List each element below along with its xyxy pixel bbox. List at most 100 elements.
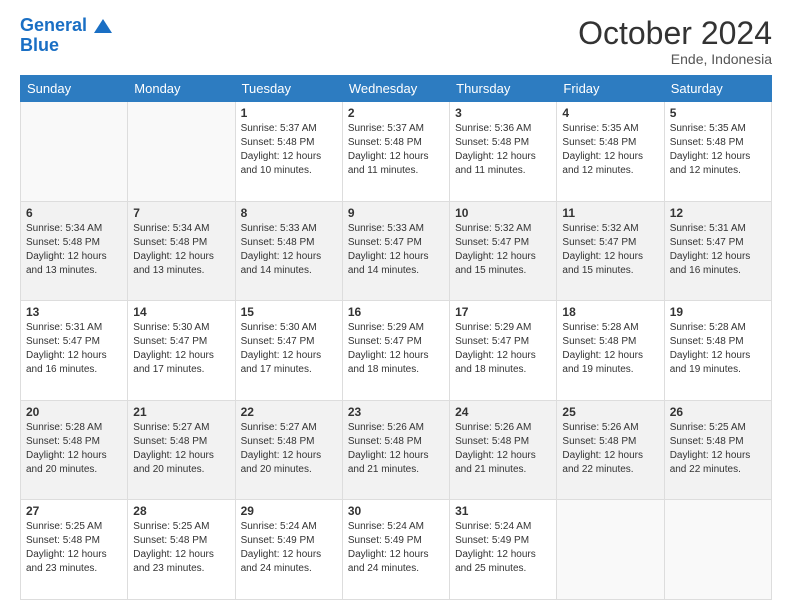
day-info: Sunrise: 5:34 AM Sunset: 5:48 PM Dayligh… bbox=[133, 222, 229, 278]
day-info: Sunrise: 5:31 AM Sunset: 5:47 PM Dayligh… bbox=[26, 321, 122, 377]
day-info: Sunrise: 5:27 AM Sunset: 5:48 PM Dayligh… bbox=[241, 421, 337, 477]
day-number: 30 bbox=[348, 504, 444, 518]
header: General Blue October 2024 Ende, Indonesi… bbox=[20, 16, 772, 67]
calendar-cell: 21 Sunrise: 5:27 AM Sunset: 5:48 PM Dayli… bbox=[128, 400, 235, 500]
day-number: 9 bbox=[348, 206, 444, 220]
calendar-cell: 5 Sunrise: 5:35 AM Sunset: 5:48 PM Daylig… bbox=[664, 102, 771, 202]
day-number: 28 bbox=[133, 504, 229, 518]
day-number: 6 bbox=[26, 206, 122, 220]
day-number: 23 bbox=[348, 405, 444, 419]
calendar-cell: 22 Sunrise: 5:27 AM Sunset: 5:48 PM Dayli… bbox=[235, 400, 342, 500]
day-info: Sunrise: 5:37 AM Sunset: 5:48 PM Dayligh… bbox=[348, 122, 444, 178]
day-info: Sunrise: 5:32 AM Sunset: 5:47 PM Dayligh… bbox=[562, 222, 658, 278]
logo-general: General bbox=[20, 15, 87, 35]
calendar-cell: 29Sunrise: 5:24 AM Sunset: 5:49 PM Dayli… bbox=[235, 500, 342, 600]
calendar-week-1: 1 Sunrise: 5:37 AM Sunset: 5:48 PM Daylig… bbox=[21, 102, 772, 202]
day-info: Sunrise: 5:26 AM Sunset: 5:48 PM Dayligh… bbox=[348, 421, 444, 477]
day-number: 10 bbox=[455, 206, 551, 220]
weekday-header-tuesday: Tuesday bbox=[235, 76, 342, 102]
calendar-cell: 2 Sunrise: 5:37 AM Sunset: 5:48 PM Daylig… bbox=[342, 102, 449, 202]
calendar-cell: 7 Sunrise: 5:34 AM Sunset: 5:48 PM Daylig… bbox=[128, 201, 235, 301]
calendar-cell bbox=[128, 102, 235, 202]
weekday-header-friday: Friday bbox=[557, 76, 664, 102]
day-number: 12 bbox=[670, 206, 766, 220]
day-number: 5 bbox=[670, 106, 766, 120]
day-info: Sunrise: 5:36 AM Sunset: 5:48 PM Dayligh… bbox=[455, 122, 551, 178]
day-number: 22 bbox=[241, 405, 337, 419]
weekday-header-wednesday: Wednesday bbox=[342, 76, 449, 102]
calendar-week-4: 20 Sunrise: 5:28 AM Sunset: 5:48 PM Dayli… bbox=[21, 400, 772, 500]
day-info: Sunrise: 5:25 AM Sunset: 5:48 PM Dayligh… bbox=[670, 421, 766, 477]
calendar-cell bbox=[557, 500, 664, 600]
logo: General Blue bbox=[20, 16, 112, 56]
calendar-week-5: 27 Sunrise: 5:25 AM Sunset: 5:48 PM Dayli… bbox=[21, 500, 772, 600]
day-number: 2 bbox=[348, 106, 444, 120]
calendar-cell bbox=[21, 102, 128, 202]
weekday-header-saturday: Saturday bbox=[664, 76, 771, 102]
day-info: Sunrise: 5:35 AM Sunset: 5:48 PM Dayligh… bbox=[562, 122, 658, 178]
day-info: Sunrise: 5:29 AM Sunset: 5:47 PM Dayligh… bbox=[348, 321, 444, 377]
day-info: Sunrise: 5:30 AM Sunset: 5:47 PM Dayligh… bbox=[241, 321, 337, 377]
day-number: 7 bbox=[133, 206, 229, 220]
day-number: 1 bbox=[241, 106, 337, 120]
calendar-cell: 10 Sunrise: 5:32 AM Sunset: 5:47 PM Dayli… bbox=[450, 201, 557, 301]
day-info: Sunrise: 5:29 AM Sunset: 5:47 PM Dayligh… bbox=[455, 321, 551, 377]
day-info: Sunrise: 5:27 AM Sunset: 5:48 PM Dayligh… bbox=[133, 421, 229, 477]
day-info: Sunrise: 5:35 AM Sunset: 5:48 PM Dayligh… bbox=[670, 122, 766, 178]
day-info: Sunrise: 5:28 AM Sunset: 5:48 PM Dayligh… bbox=[670, 321, 766, 377]
logo-blue: Blue bbox=[20, 36, 112, 56]
day-info: Sunrise: 5:24 AM Sunset: 5:49 PM Dayligh… bbox=[241, 520, 337, 576]
day-info: Sunrise: 5:33 AM Sunset: 5:48 PM Dayligh… bbox=[241, 222, 337, 278]
day-number: 13 bbox=[26, 305, 122, 319]
calendar-cell: 8 Sunrise: 5:33 AM Sunset: 5:48 PM Daylig… bbox=[235, 201, 342, 301]
calendar-header-row: SundayMondayTuesdayWednesdayThursdayFrid… bbox=[21, 76, 772, 102]
calendar-cell: 6Sunrise: 5:34 AM Sunset: 5:48 PM Daylig… bbox=[21, 201, 128, 301]
day-number: 8 bbox=[241, 206, 337, 220]
day-info: Sunrise: 5:30 AM Sunset: 5:47 PM Dayligh… bbox=[133, 321, 229, 377]
day-info: Sunrise: 5:28 AM Sunset: 5:48 PM Dayligh… bbox=[26, 421, 122, 477]
calendar-week-2: 6 Sunrise: 5:34 AM Sunset: 5:48 PM Daylig… bbox=[21, 201, 772, 301]
day-number: 26 bbox=[670, 405, 766, 419]
calendar-cell: 12 Sunrise: 5:31 AM Sunset: 5:47 PM Dayli… bbox=[664, 201, 771, 301]
day-info: Sunrise: 5:28 AM Sunset: 5:48 PM Dayligh… bbox=[562, 321, 658, 377]
calendar-cell: 13 Sunrise: 5:31 AM Sunset: 5:47 PM Dayli… bbox=[21, 301, 128, 401]
day-number: 16 bbox=[348, 305, 444, 319]
calendar-cell bbox=[664, 500, 771, 600]
day-info: Sunrise: 5:24 AM Sunset: 5:49 PM Dayligh… bbox=[348, 520, 444, 576]
weekday-header-sunday: Sunday bbox=[21, 76, 128, 102]
calendar-cell: 23 Sunrise: 5:26 AM Sunset: 5:48 PM Dayli… bbox=[342, 400, 449, 500]
day-info: Sunrise: 5:32 AM Sunset: 5:47 PM Dayligh… bbox=[455, 222, 551, 278]
day-info: Sunrise: 5:24 AM Sunset: 5:49 PM Dayligh… bbox=[455, 520, 551, 576]
day-number: 27 bbox=[26, 504, 122, 518]
day-info: Sunrise: 5:31 AM Sunset: 5:47 PM Dayligh… bbox=[670, 222, 766, 278]
calendar-cell: 1 Sunrise: 5:37 AM Sunset: 5:48 PM Daylig… bbox=[235, 102, 342, 202]
calendar-cell: 28Sunrise: 5:25 AM Sunset: 5:48 PM Dayli… bbox=[128, 500, 235, 600]
calendar-cell: 31Sunrise: 5:24 AM Sunset: 5:49 PM Dayli… bbox=[450, 500, 557, 600]
header-right: October 2024 Ende, Indonesia bbox=[578, 16, 772, 67]
calendar-cell: 19Sunrise: 5:28 AM Sunset: 5:48 PM Dayli… bbox=[664, 301, 771, 401]
calendar-table: SundayMondayTuesdayWednesdayThursdayFrid… bbox=[20, 75, 772, 600]
day-info: Sunrise: 5:26 AM Sunset: 5:48 PM Dayligh… bbox=[562, 421, 658, 477]
calendar-cell: 26 Sunrise: 5:25 AM Sunset: 5:48 PM Dayli… bbox=[664, 400, 771, 500]
location: Ende, Indonesia bbox=[578, 51, 772, 67]
calendar-cell: 18Sunrise: 5:28 AM Sunset: 5:48 PM Dayli… bbox=[557, 301, 664, 401]
calendar-cell: 24Sunrise: 5:26 AM Sunset: 5:48 PM Dayli… bbox=[450, 400, 557, 500]
calendar-cell: 4 Sunrise: 5:35 AM Sunset: 5:48 PM Daylig… bbox=[557, 102, 664, 202]
calendar-cell: 3 Sunrise: 5:36 AM Sunset: 5:48 PM Daylig… bbox=[450, 102, 557, 202]
day-info: Sunrise: 5:37 AM Sunset: 5:48 PM Dayligh… bbox=[241, 122, 337, 178]
day-number: 3 bbox=[455, 106, 551, 120]
day-number: 4 bbox=[562, 106, 658, 120]
day-number: 21 bbox=[133, 405, 229, 419]
day-number: 11 bbox=[562, 206, 658, 220]
day-number: 20 bbox=[26, 405, 122, 419]
day-info: Sunrise: 5:26 AM Sunset: 5:48 PM Dayligh… bbox=[455, 421, 551, 477]
calendar-body: 1 Sunrise: 5:37 AM Sunset: 5:48 PM Daylig… bbox=[21, 102, 772, 600]
day-number: 15 bbox=[241, 305, 337, 319]
day-number: 25 bbox=[562, 405, 658, 419]
calendar-cell: 27 Sunrise: 5:25 AM Sunset: 5:48 PM Dayli… bbox=[21, 500, 128, 600]
calendar-cell: 9Sunrise: 5:33 AM Sunset: 5:47 PM Daylig… bbox=[342, 201, 449, 301]
weekday-header-thursday: Thursday bbox=[450, 76, 557, 102]
day-info: Sunrise: 5:25 AM Sunset: 5:48 PM Dayligh… bbox=[26, 520, 122, 576]
calendar-week-3: 13 Sunrise: 5:31 AM Sunset: 5:47 PM Dayli… bbox=[21, 301, 772, 401]
calendar-cell: 11 Sunrise: 5:32 AM Sunset: 5:47 PM Dayli… bbox=[557, 201, 664, 301]
